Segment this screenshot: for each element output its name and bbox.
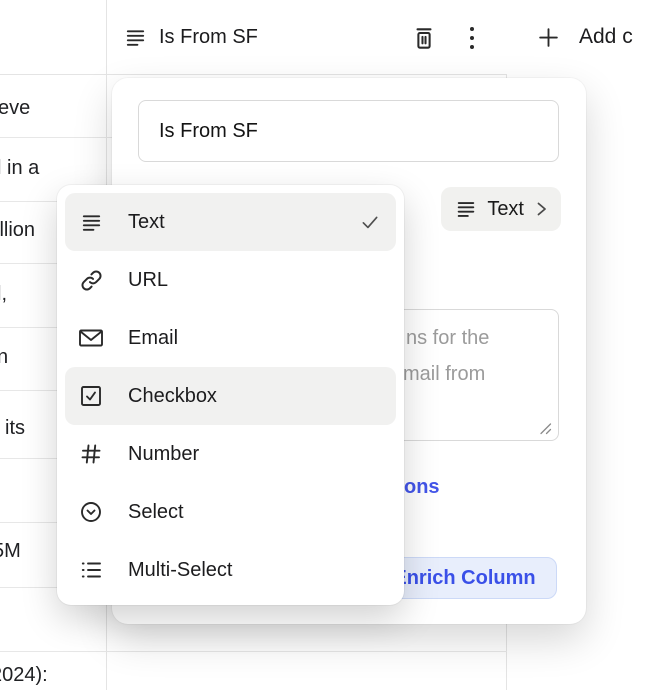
- menu-item-label: URL: [128, 268, 169, 291]
- menu-item-label: Email: [128, 326, 179, 349]
- row-divider: [0, 651, 507, 652]
- column-name-input[interactable]: [138, 100, 559, 162]
- menu-item-label: Text: [128, 210, 165, 233]
- menu-item-checkbox[interactable]: Checkbox: [65, 367, 396, 425]
- table-cell-fragment: l in a: [0, 157, 40, 179]
- menu-item-text[interactable]: Text: [65, 193, 396, 251]
- menu-item-select[interactable]: Select: [65, 483, 396, 541]
- add-column-label: Add c: [579, 25, 633, 48]
- menu-item-label: Number: [128, 442, 200, 465]
- table-cell-fragment: l its: [0, 417, 25, 439]
- column-header[interactable]: Is From SF: [106, 0, 506, 74]
- column-title: Is From SF: [159, 25, 258, 48]
- menu-item-number[interactable]: Number: [65, 425, 396, 483]
- table-cell-fragment: eve: [0, 97, 31, 119]
- link-icon: [78, 268, 104, 293]
- table-cell-fragment: 2024):: [0, 664, 48, 686]
- hash-icon: [78, 442, 104, 466]
- plus-icon: [536, 25, 561, 50]
- table-cell-fragment: illion: [0, 219, 36, 241]
- menu-item-label: Select: [128, 500, 184, 523]
- placeholder-fragment: ns for the: [406, 327, 490, 349]
- blue-link-fragment[interactable]: ons: [404, 476, 440, 499]
- placeholder-fragment: mail from: [403, 363, 486, 385]
- column-type-menu: Text URL Email Checkbox Number Select Mu…: [57, 185, 404, 605]
- menu-item-url[interactable]: URL: [65, 251, 396, 309]
- text-lines-icon: [455, 198, 477, 220]
- table-cell-fragment: n: [0, 346, 9, 368]
- circle-chevron-icon: [78, 500, 104, 524]
- column-type-label: Text: [487, 197, 524, 220]
- table-cell-fragment: 5M: [0, 540, 21, 562]
- resize-handle-icon[interactable]: [539, 422, 552, 435]
- add-column-button[interactable]: Add c: [506, 0, 652, 74]
- text-lines-icon: [78, 211, 104, 234]
- checkmark-icon: [360, 212, 380, 232]
- envelope-icon: [78, 326, 104, 350]
- chevron-right-icon: [534, 200, 549, 218]
- checkbox-icon: [78, 384, 104, 408]
- text-lines-icon: [124, 26, 147, 49]
- table-cell-fragment: l,: [0, 283, 7, 305]
- menu-item-label: Multi-Select: [128, 558, 233, 581]
- menu-item-email[interactable]: Email: [65, 309, 396, 367]
- multi-list-icon: [78, 558, 104, 582]
- menu-item-label: Checkbox: [128, 384, 217, 407]
- menu-item-multi-select[interactable]: Multi-Select: [65, 541, 396, 599]
- header-bottom-border: [0, 74, 507, 75]
- column-type-button[interactable]: Text: [441, 187, 561, 231]
